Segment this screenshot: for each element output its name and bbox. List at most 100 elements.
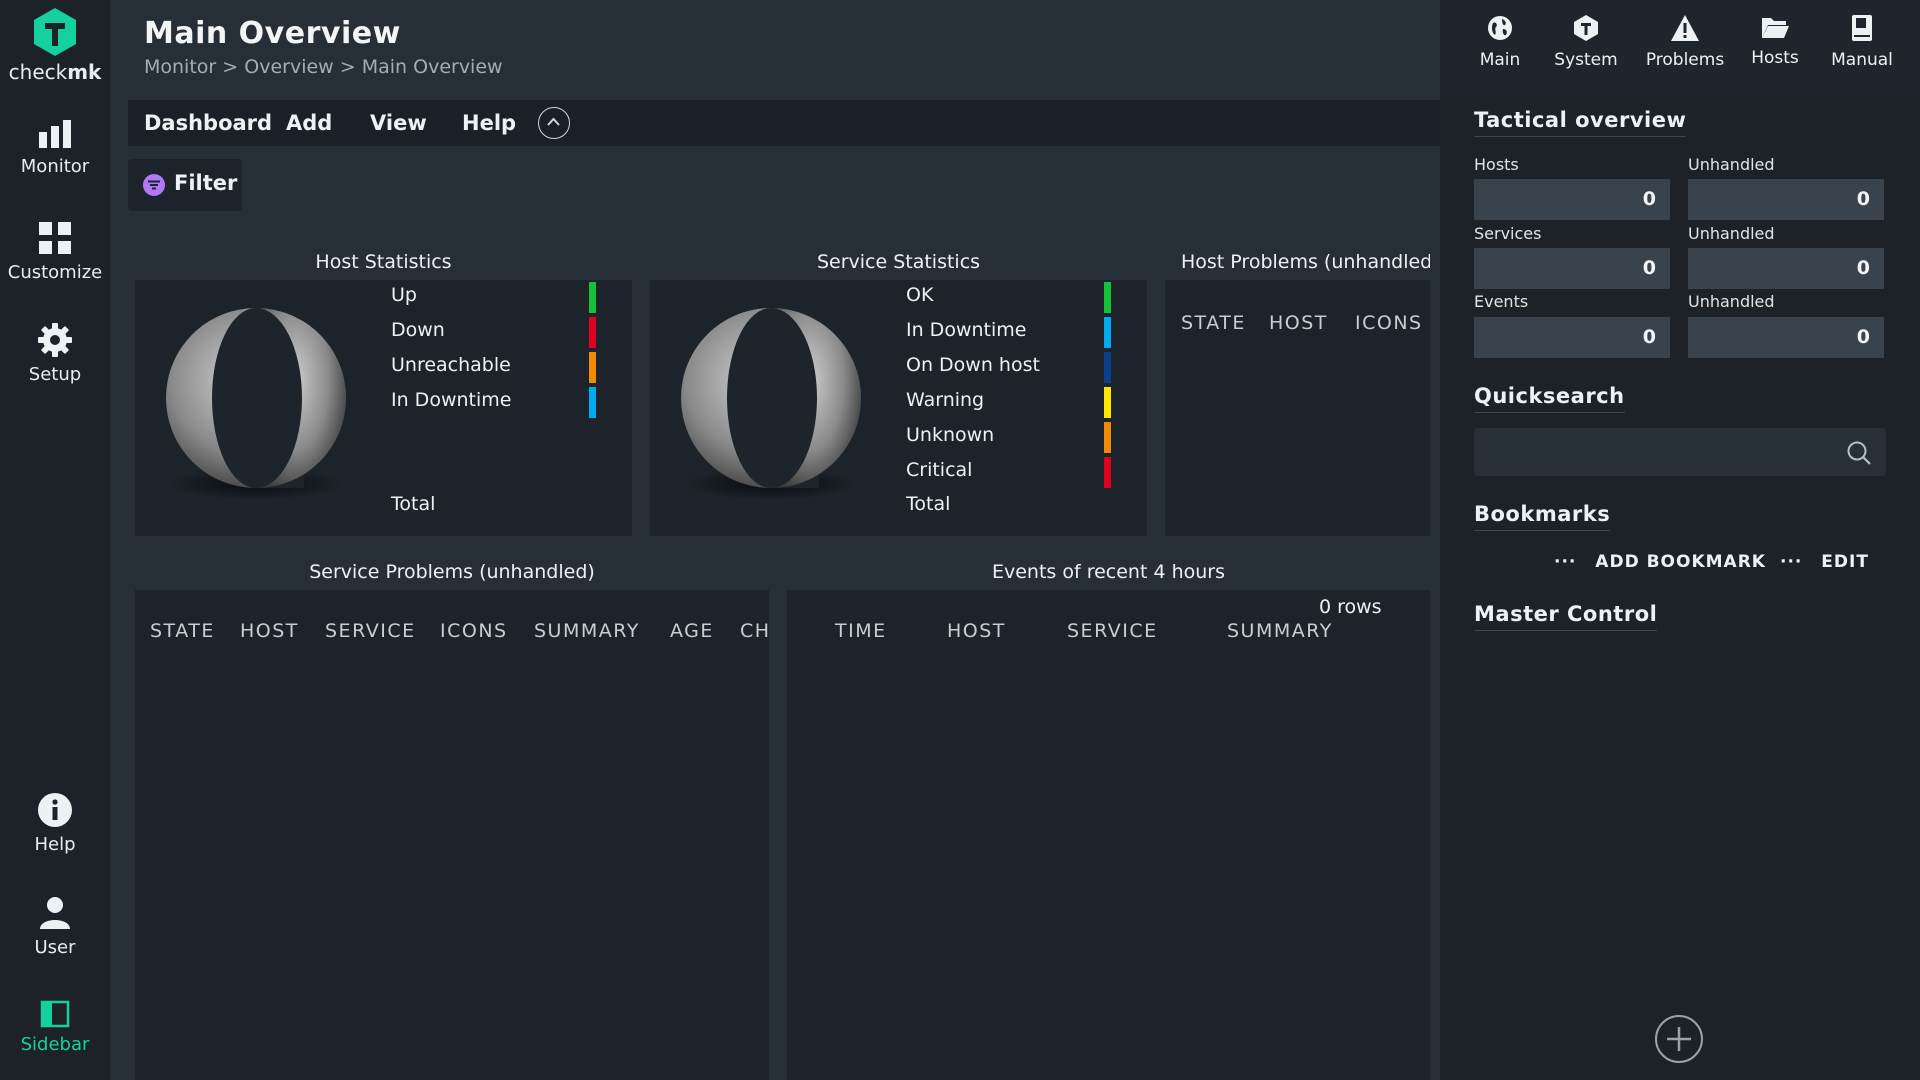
filter-icon — [143, 174, 165, 196]
column-header-icons[interactable]: ICONS — [1355, 312, 1423, 334]
logo-text-suffix: mk — [67, 60, 102, 84]
edit-bookmarks-label: EDIT — [1821, 552, 1869, 572]
book-icon — [1852, 15, 1872, 41]
service-stats-globe[interactable] — [676, 308, 866, 508]
dots-icon: ··· — [1554, 552, 1577, 572]
quicksearch-title[interactable]: Quicksearch — [1474, 384, 1625, 413]
legend-critical[interactable]: Critical — [906, 459, 972, 481]
chevron-up-icon — [547, 117, 560, 126]
breadcrumb-main-overview[interactable]: Main Overview — [362, 56, 503, 78]
dashlet-title[interactable]: Service Problems (unhandled) — [135, 554, 769, 590]
sidebar-snapin-tabs: Main System Problems Hosts Manual — [1440, 0, 1920, 96]
add-snapin-button[interactable] — [1655, 1015, 1703, 1063]
legend-total[interactable]: Total — [906, 493, 950, 515]
nav-item-customize[interactable]: Customize — [0, 220, 110, 283]
column-header-summary[interactable]: SUMMARY — [534, 620, 640, 642]
service-problems-dashlet: Service Problems (unhandled) STATE HOST … — [135, 554, 769, 1080]
snapin-tab-hosts[interactable]: Hosts — [1742, 14, 1808, 68]
legend-warning[interactable]: Warning — [906, 389, 984, 411]
tactical-hosts-unhandled-label: Unhandled — [1688, 155, 1775, 174]
column-header-state[interactable]: STATE — [150, 620, 215, 642]
column-header-time[interactable]: TIME — [835, 620, 887, 642]
search-icon[interactable] — [1846, 440, 1872, 466]
nav-item-user[interactable]: User — [0, 895, 110, 958]
breadcrumb: Monitor > Overview > Main Overview — [144, 56, 503, 78]
grid-icon — [39, 222, 71, 254]
filter-label: Filter — [174, 171, 238, 195]
legend-color-bar — [589, 317, 596, 348]
nav-item-label: Help — [34, 834, 76, 855]
main-navigation: checkmk Monitor Customize Setup Help Use… — [0, 0, 110, 1080]
host-statistics-dashlet: Host Statistics Up Down Unreachable In D… — [135, 244, 632, 536]
gear-icon — [38, 323, 72, 357]
collapse-menu-button[interactable] — [538, 107, 570, 139]
legend-color-bar — [589, 387, 596, 418]
breadcrumb-monitor[interactable]: Monitor — [144, 56, 216, 78]
add-bookmark-button[interactable]: ··· ADD BOOKMARK — [1554, 552, 1766, 572]
column-header-icons[interactable]: ICONS — [440, 620, 508, 642]
snapin-tab-system[interactable]: System — [1546, 14, 1626, 70]
column-header-host[interactable]: HOST — [1269, 312, 1328, 334]
page-title: Main Overview — [144, 16, 401, 51]
menu-view[interactable]: View — [370, 111, 427, 135]
tactical-services-unhandled-value[interactable]: 0 — [1688, 248, 1884, 289]
tactical-hosts-value[interactable]: 0 — [1474, 179, 1670, 220]
column-header-host[interactable]: HOST — [947, 620, 1006, 642]
filter-button[interactable]: Filter — [128, 159, 242, 211]
nav-item-setup[interactable]: Setup — [0, 322, 110, 385]
snapin-tab-manual[interactable]: Manual — [1820, 14, 1904, 70]
tactical-services-value[interactable]: 0 — [1474, 248, 1670, 289]
snapin-tab-label: Manual — [1831, 50, 1893, 70]
nav-item-label: Sidebar — [20, 1034, 90, 1055]
legend-total[interactable]: Total — [391, 493, 435, 515]
legend-ok[interactable]: OK — [906, 284, 933, 306]
column-header-checked[interactable]: CH — [740, 620, 769, 642]
legend-color-bar — [1104, 317, 1111, 348]
nav-item-help[interactable]: Help — [0, 792, 110, 855]
checkmk-logo[interactable]: checkmk — [0, 6, 110, 84]
column-header-service[interactable]: SERVICE — [325, 620, 416, 642]
tactical-overview-title[interactable]: Tactical overview — [1474, 108, 1687, 137]
legend-in-downtime[interactable]: In Downtime — [391, 389, 511, 411]
column-header-service[interactable]: SERVICE — [1067, 620, 1158, 642]
legend-on-down-host[interactable]: On Down host — [906, 354, 1040, 376]
tactical-events-unhandled-value[interactable]: 0 — [1688, 317, 1884, 358]
dots-icon: ··· — [1780, 552, 1803, 572]
tactical-hosts-unhandled-value[interactable]: 0 — [1688, 179, 1884, 220]
column-header-state[interactable]: STATE — [1181, 312, 1246, 334]
dashlet-title[interactable]: Host Statistics — [135, 244, 632, 280]
legend-down[interactable]: Down — [391, 319, 445, 341]
main-content: Main Overview Monitor > Overview > Main … — [110, 0, 1440, 1080]
menu-help[interactable]: Help — [462, 111, 516, 135]
legend-color-bar — [1104, 422, 1111, 453]
edit-bookmarks-button[interactable]: ··· EDIT — [1780, 552, 1869, 572]
folder-icon — [1762, 18, 1789, 38]
events-dashlet: Events of recent 4 hours 0 rows TIME HOS… — [787, 554, 1430, 1080]
menu-add[interactable]: Add — [286, 111, 332, 135]
legend-unknown[interactable]: Unknown — [906, 424, 994, 446]
legend-unreachable[interactable]: Unreachable — [391, 354, 511, 376]
menu-dashboard[interactable]: Dashboard — [144, 111, 272, 135]
info-icon — [38, 793, 72, 827]
legend-up[interactable]: Up — [391, 284, 417, 306]
dashlet-title[interactable]: Host Problems (unhandled) — [1165, 244, 1430, 280]
nav-item-monitor[interactable]: Monitor — [0, 118, 110, 177]
host-stats-globe[interactable] — [161, 308, 351, 508]
bookmarks-title[interactable]: Bookmarks — [1474, 502, 1611, 531]
breadcrumb-overview[interactable]: Overview — [244, 56, 333, 78]
legend-in-downtime[interactable]: In Downtime — [906, 319, 1026, 341]
tactical-events-value[interactable]: 0 — [1474, 317, 1670, 358]
quicksearch-input[interactable] — [1474, 428, 1834, 476]
breadcrumb-separator: > — [222, 56, 239, 78]
dashlet-title[interactable]: Service Statistics — [650, 244, 1147, 280]
hexagon-icon — [1574, 15, 1598, 41]
column-header-summary[interactable]: SUMMARY — [1227, 620, 1333, 642]
row-count: 0 rows — [1319, 596, 1382, 618]
master-control-title[interactable]: Master Control — [1474, 602, 1658, 631]
snapin-tab-problems[interactable]: Problems — [1636, 14, 1734, 70]
snapin-tab-main[interactable]: Main — [1472, 14, 1528, 70]
column-header-age[interactable]: AGE — [670, 620, 714, 642]
column-header-host[interactable]: HOST — [240, 620, 299, 642]
dashlet-title[interactable]: Events of recent 4 hours — [787, 554, 1430, 590]
nav-item-sidebar[interactable]: Sidebar — [0, 1000, 110, 1055]
